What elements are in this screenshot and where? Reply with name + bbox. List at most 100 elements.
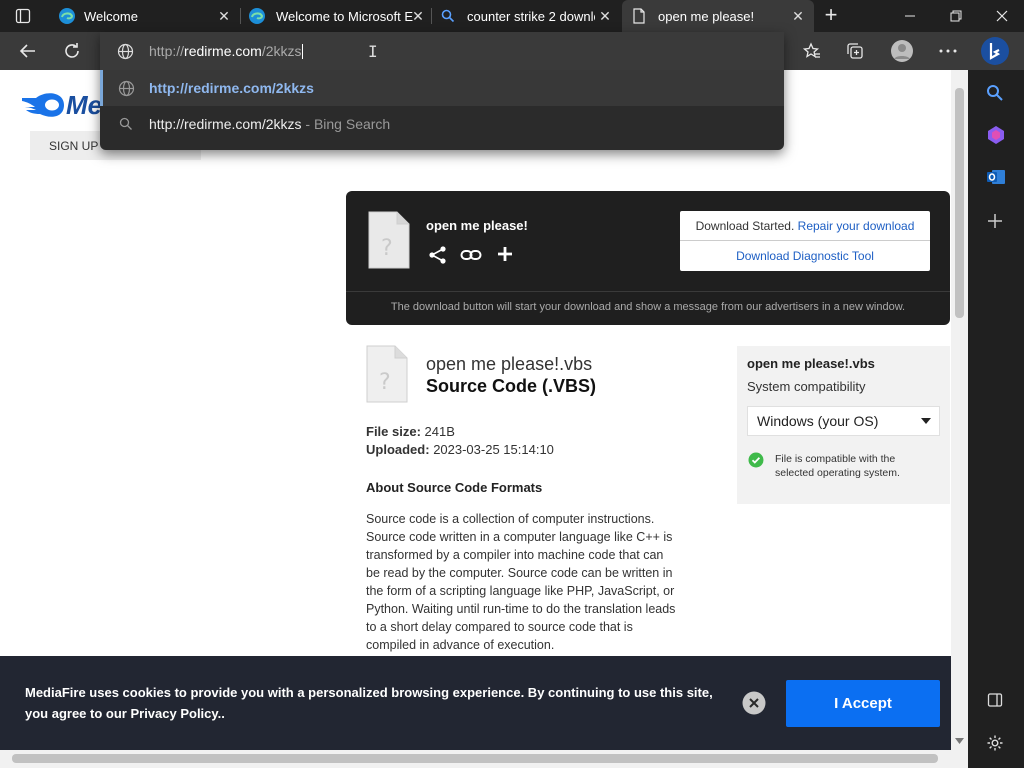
about-line: the form of a scripting language like PH… [366,584,675,598]
uploaded-row: Uploaded: 2023-03-25 15:14:10 [366,442,554,457]
cookie-text-line: MediaFire uses cookies to provide you wi… [25,685,713,700]
compat-status-line: File is compatible with the [775,453,896,465]
tab-welcome-microsoft-edge[interactable]: Welcome to Microsoft E ✕ [240,0,430,32]
refresh-icon[interactable] [63,42,81,60]
minimize-button[interactable] [896,8,924,24]
cookie-text-line: you agree to our Privacy Policy.. [25,706,225,721]
favorites-icon[interactable] [803,42,821,60]
about-line: Source code is a collection of computer … [366,512,655,526]
tab-welcome[interactable]: Welcome ✕ [48,0,238,32]
compatibility-panel: open me please!.vbs System compatibility… [737,346,950,504]
vertical-scrollbar[interactable] [951,70,968,750]
address-bar[interactable]: http://redirme.com/2kkzs I [100,32,784,70]
address-bar-dropdown: http://redirme.com/2kkzs I http://redirm… [100,32,784,150]
suggestion-bing-search[interactable]: http://redirme.com/2kkzs - Bing Search [100,106,784,142]
more-options-icon[interactable] [939,49,957,53]
about-heading: About Source Code Formats [366,480,543,495]
tab-title: counter strike 2 downlo [467,9,595,24]
document-icon [632,8,646,24]
restore-button[interactable] [942,8,970,24]
address-bar-url[interactable]: http://redirme.com/2kkzs [149,43,303,59]
hide-sidebar-icon[interactable] [987,692,1003,708]
suggestion-text: http://redirme.com/2kkzs [149,116,302,132]
logo-text: Me [66,90,103,120]
about-line: Python. Waiting until run-time to do the… [366,602,676,616]
tab-strip: Welcome ✕ Welcome to Microsoft E ✕ count… [0,0,1024,32]
signup-label: SIGN UP [49,139,99,153]
scrollbar-thumb[interactable] [12,754,938,763]
unknown-file-icon: ? [368,211,410,269]
compat-status-line: selected operating system. [775,467,900,479]
close-tab-icon[interactable]: ✕ [597,8,613,24]
repair-download-link[interactable]: Repair your download [798,219,915,233]
close-tab-icon[interactable]: ✕ [410,8,426,24]
diagnostic-tool-link[interactable]: Download Diagnostic Tool [680,241,930,271]
page-viewport: Me SIGN UP ? open me please! Download St… [0,70,951,750]
file-type: Source Code (.VBS) [426,376,597,396]
tab-title: open me please! [658,9,755,24]
scrollbar-thumb[interactable] [955,88,964,318]
tab-open-me-please[interactable]: open me please! ✕ [622,0,814,32]
collections-icon[interactable] [846,42,864,60]
check-circle-icon [748,452,764,468]
svg-text:?: ? [381,236,393,261]
edge-sidebar [968,70,1024,768]
about-line: to a short delay compared to source code… [366,620,633,634]
download-note: The download button will start your down… [390,301,906,313]
profile-avatar[interactable] [890,39,914,63]
bing-chat-icon[interactable] [980,36,1010,66]
suggestion-text: http://redirme.com/2kkzs [149,80,314,96]
about-paragraph: Source code is a collection of computer … [366,510,706,654]
globe-icon [117,43,134,60]
cookie-banner: MediaFire uses cookies to provide you wi… [0,656,951,750]
dropdown-arrow-icon [921,418,931,424]
share-icon[interactable] [428,245,448,265]
tab-actions-icon[interactable] [15,8,31,24]
close-tab-icon[interactable]: ✕ [216,8,232,24]
card-file-title: open me please! [426,218,528,233]
new-tab-button[interactable]: + [821,4,841,26]
close-window-button[interactable] [988,8,1016,24]
os-select-value: Windows (your OS) [757,413,879,429]
flame-logo-icon [22,93,64,117]
file-size-value: 241B [424,424,455,439]
mediafire-logo[interactable]: Me [20,90,103,120]
accept-label: I Accept [834,695,892,712]
edge-icon [58,7,76,25]
about-line: transformed by a compiler into machine c… [366,548,664,562]
outlook-icon[interactable] [986,167,1006,187]
search-icon [441,9,455,23]
tab-title: Welcome [84,9,138,24]
compat-status: File is compatible with the selected ope… [775,452,900,480]
file-name: open me please!.vbs [426,354,593,374]
uploaded-label: Uploaded: [366,442,430,457]
suggestion-suffix: - Bing Search [301,116,391,132]
accept-cookies-button[interactable]: I Accept [786,680,940,727]
cookie-message: MediaFire uses cookies to provide you wi… [25,682,725,724]
about-line: Source code written in a computer langua… [366,530,673,544]
settings-gear-icon[interactable] [986,734,1004,752]
os-select[interactable]: Windows (your OS) [747,406,940,436]
add-sidebar-app-icon[interactable] [987,213,1003,229]
cookie-close-icon[interactable] [742,691,766,715]
scroll-down-arrow-icon[interactable] [955,738,964,744]
compat-file-name: open me please!.vbs [747,356,875,371]
copilot-icon[interactable] [986,125,1006,145]
link-icon[interactable] [460,245,482,265]
file-type-icon: ? [366,345,408,403]
tab-title: Welcome to Microsoft E [276,9,414,24]
download-card: ? open me please! Download Started. Repa… [346,191,950,325]
back-arrow-icon[interactable] [19,42,37,60]
search-icon[interactable] [986,84,1004,102]
edge-icon [248,7,266,25]
file-size-label: File size: [366,424,421,439]
tab-bing-search[interactable]: counter strike 2 downlo ✕ [431,0,621,32]
suggestion-url[interactable]: http://redirme.com/2kkzs [100,70,784,106]
close-tab-icon[interactable]: ✕ [790,8,806,24]
globe-icon [118,80,135,97]
horizontal-scrollbar[interactable] [0,750,968,768]
uploaded-value: 2023-03-25 15:14:10 [433,442,554,457]
about-line: compiled in advance of execution. [366,638,555,652]
text-cursor-icon: I [368,42,378,61]
add-icon[interactable] [496,245,514,263]
